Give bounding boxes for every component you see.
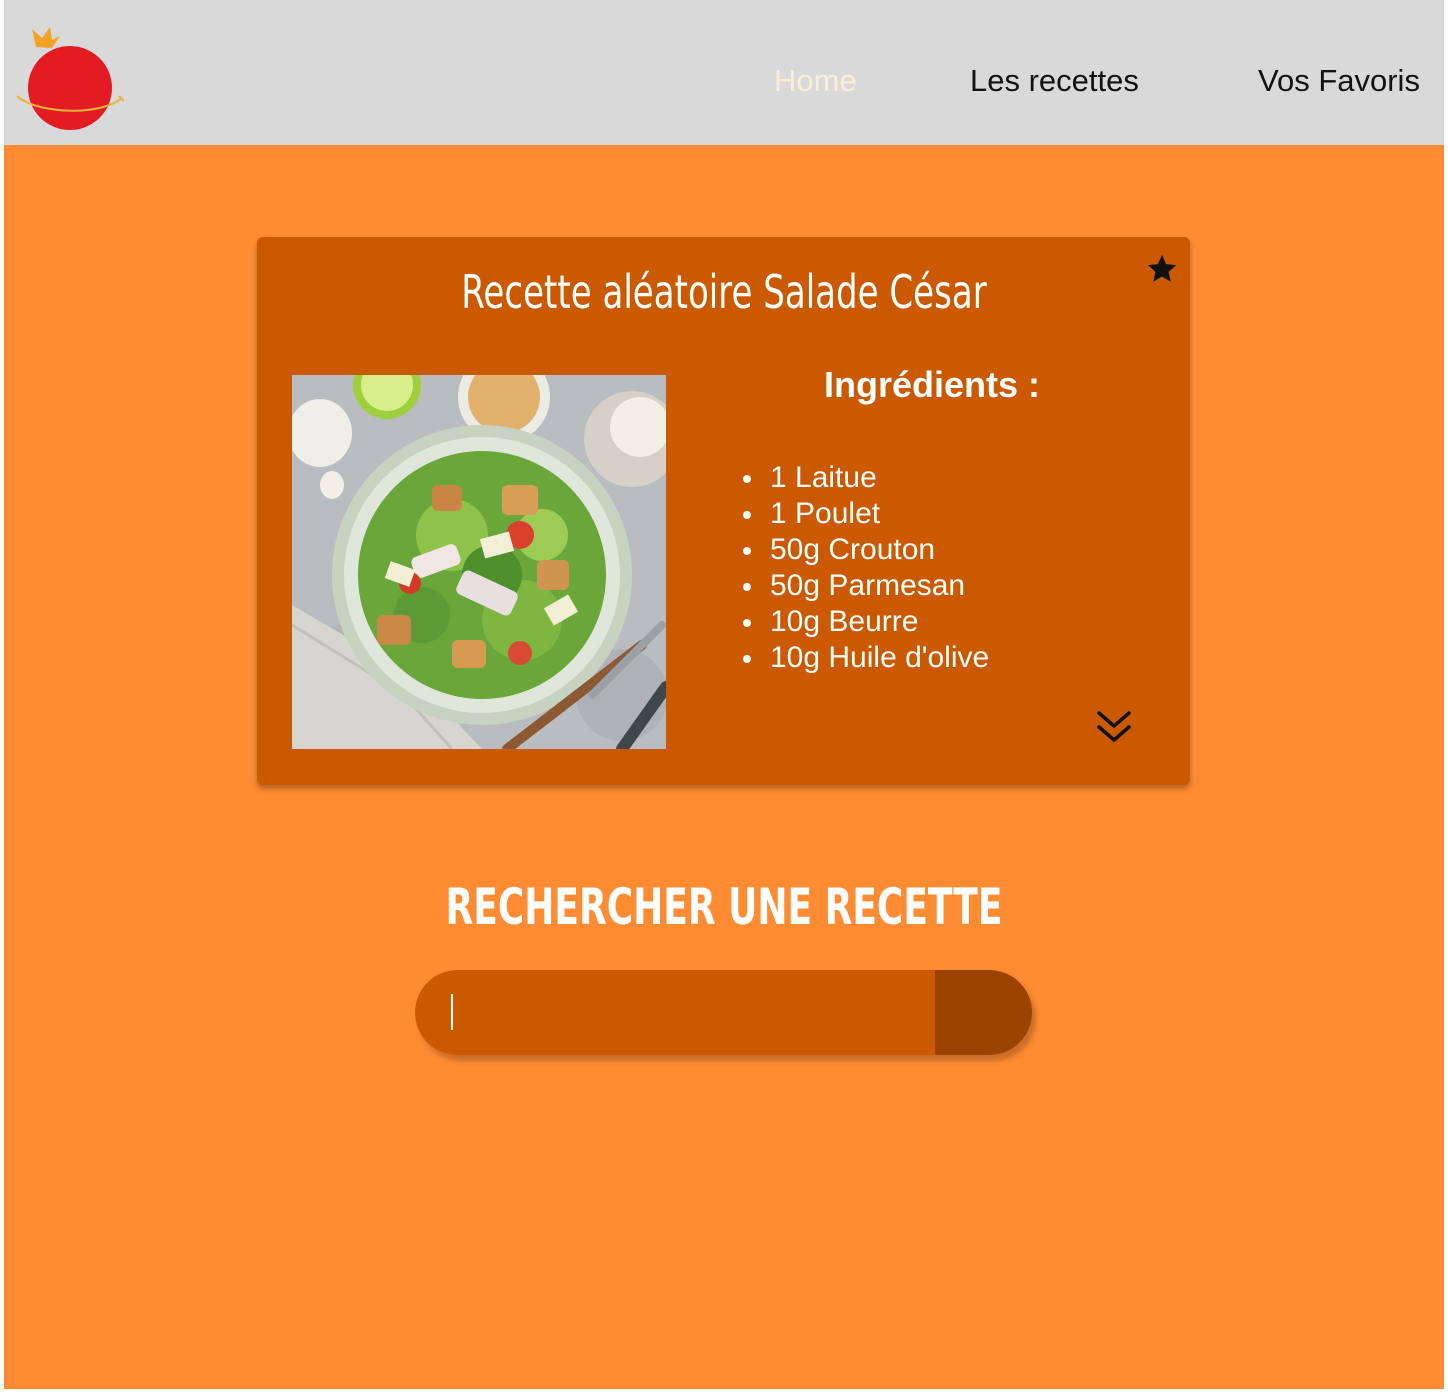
search-section-title: RECHERCHER UNE RECETTE [445,878,1003,936]
caesar-salad-image [292,375,666,749]
search-button[interactable] [935,970,1032,1055]
ingredient-item: 1 Laitue [737,460,989,496]
nav-favorites-link[interactable]: Vos Favoris [1258,62,1420,100]
ingredients-list: 1 Laitue 1 Poulet 50g Crouton 50g Parmes… [737,460,989,676]
ingredients-heading: Ingrédients : [823,364,1041,405]
top-navigation-bar: Home Les recettes Vos Favoris [4,0,1444,145]
nav-recipes-link[interactable]: Les recettes [970,62,1139,100]
recipe-search-input[interactable] [415,970,935,1055]
recipe-card-title: Recette aléatoire Salade César [461,265,987,319]
page-frame: Home Les recettes Vos Favoris Ingrédient… [4,0,1444,1389]
double-chevron-down-icon[interactable] [1095,707,1133,747]
ingredient-item: 10g Beurre [737,604,989,640]
ingredient-item: 50g Parmesan [737,568,989,604]
nav-home-link[interactable]: Home [774,62,857,100]
ingredient-item: 10g Huile d'olive [737,640,989,676]
ingredient-item: 50g Crouton [737,532,989,568]
text-cursor [451,994,453,1030]
recipe-search-bar [415,970,1032,1055]
ingredient-item: 1 Poulet [737,496,989,532]
tomato-logo[interactable] [14,22,125,134]
